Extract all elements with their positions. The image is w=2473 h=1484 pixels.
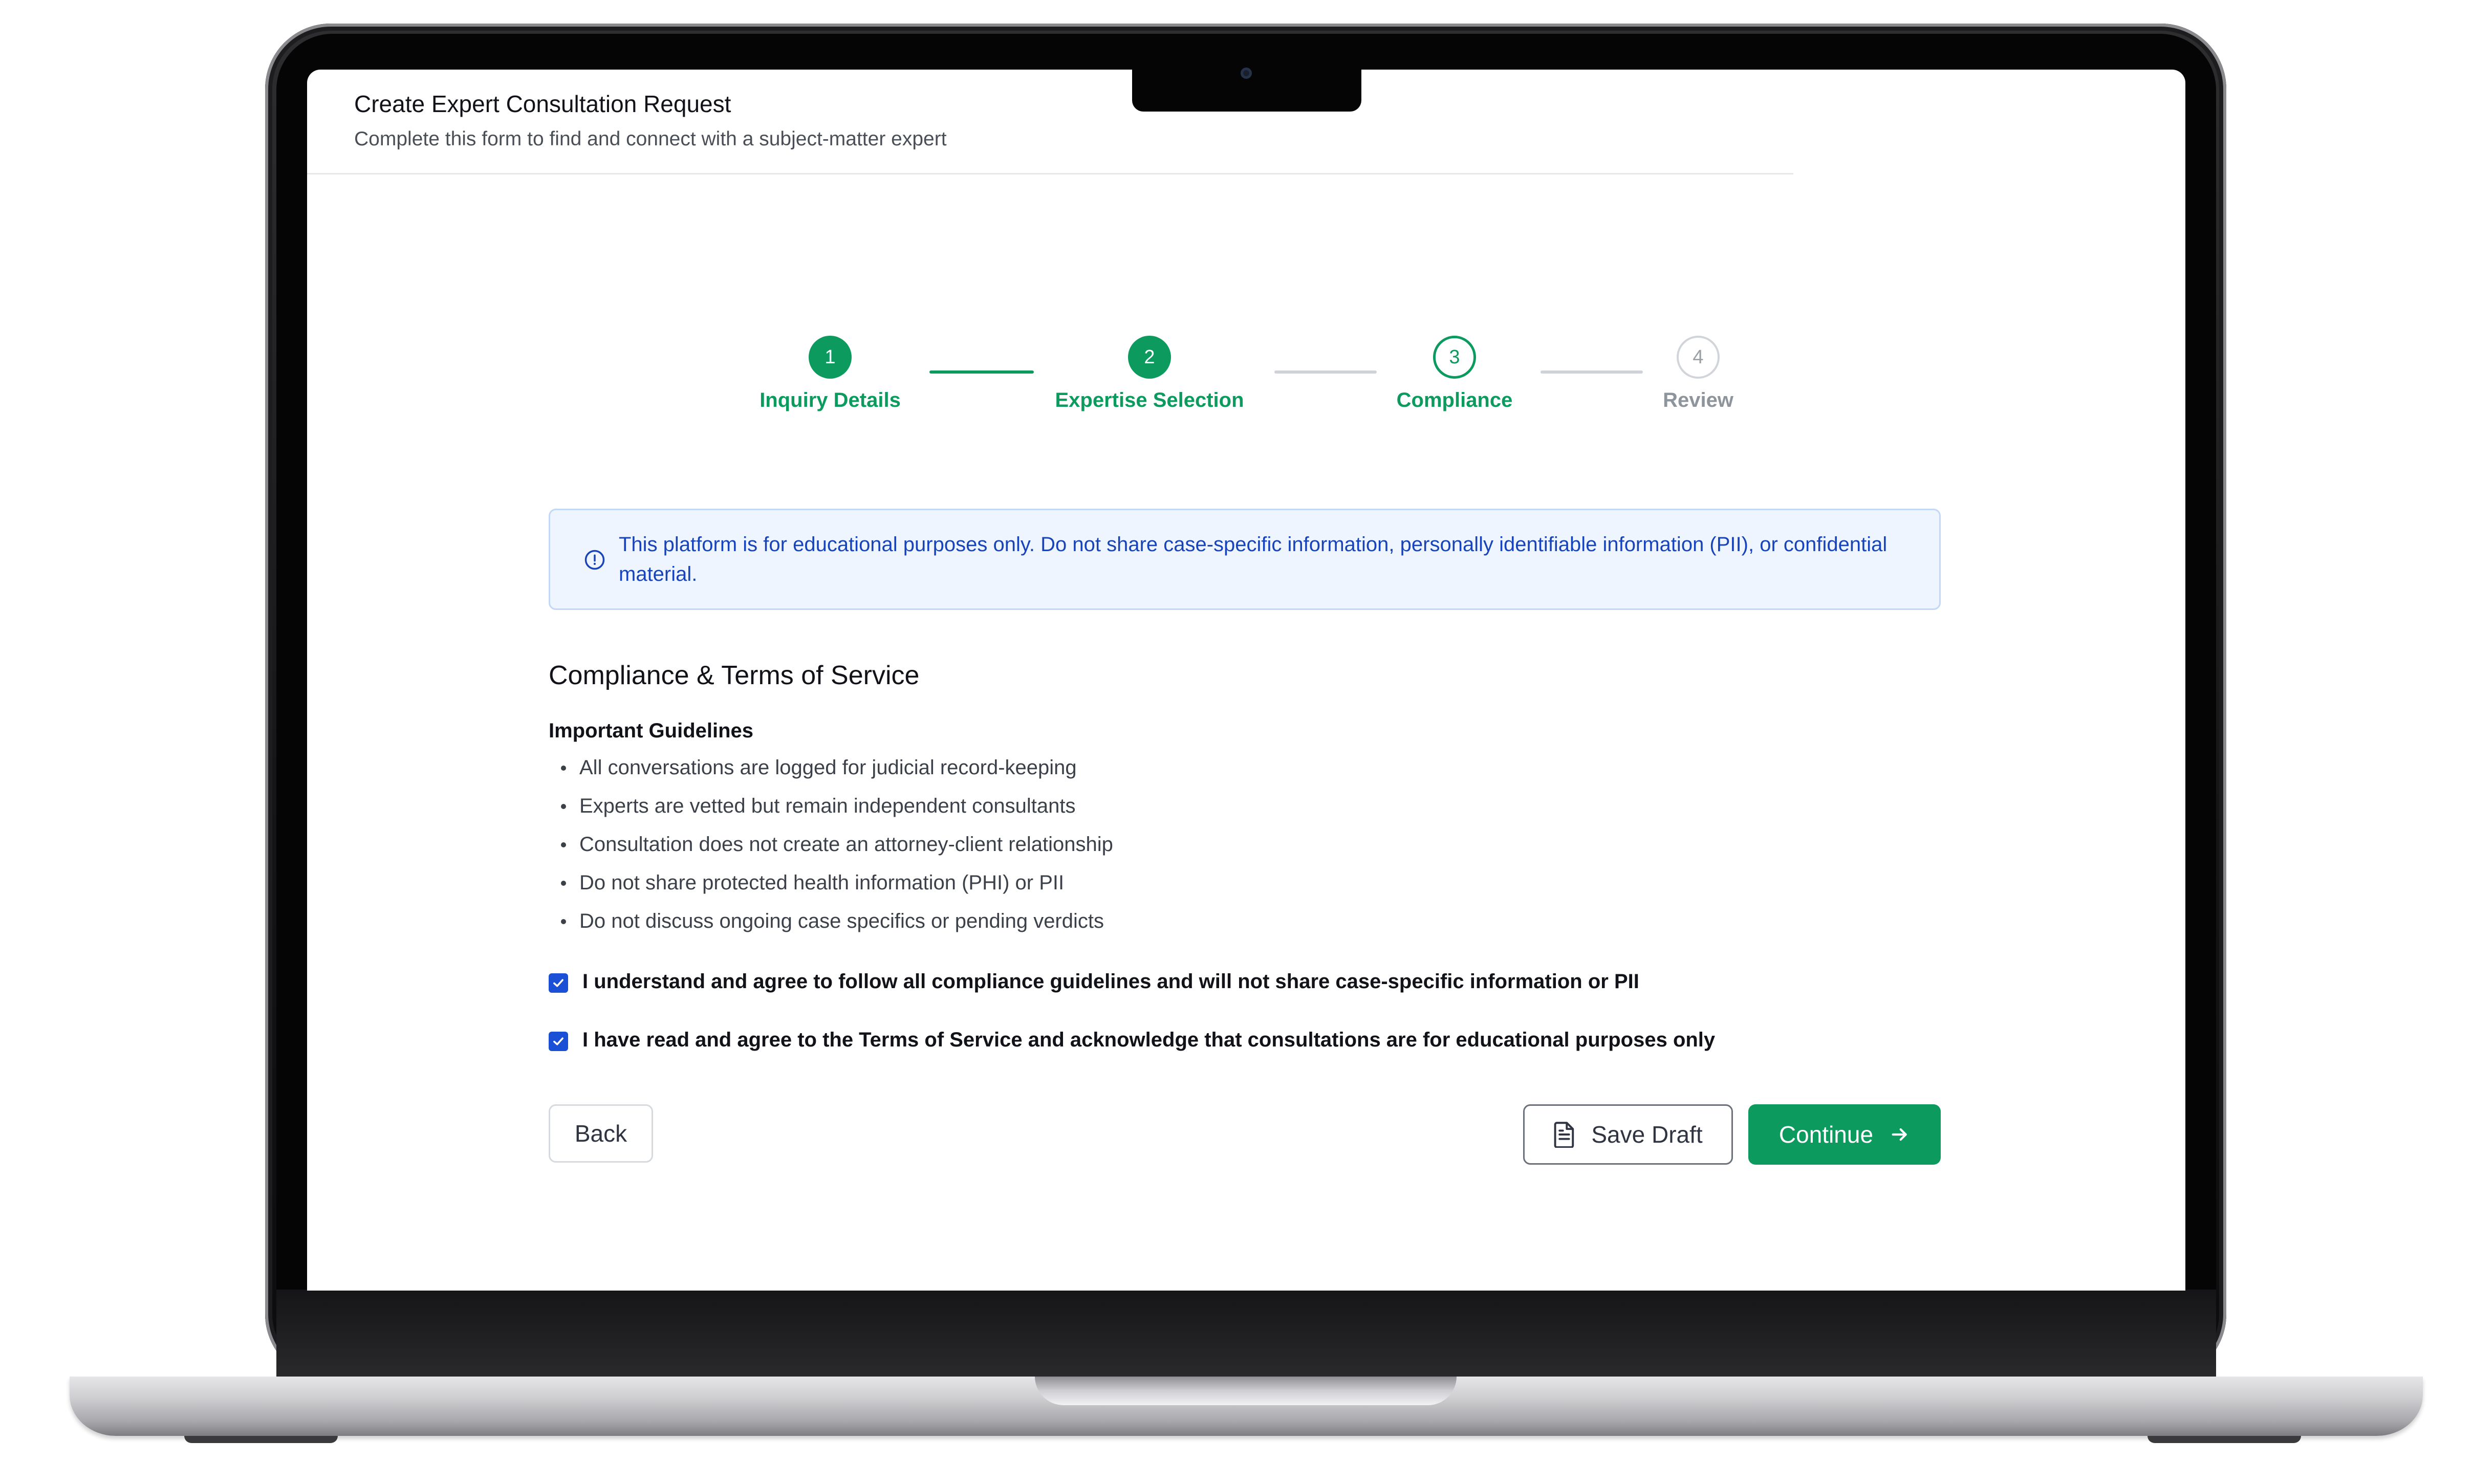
step-connector-1 [929,370,1034,374]
step-connector-2 [1274,370,1377,374]
terms-agreement-label[interactable]: I have read and agree to the Terms of Se… [582,1029,1715,1052]
page-title: Create Expert Consultation Request [354,91,731,117]
laptop-foot-left [184,1436,338,1443]
back-button-label: Back [574,1120,627,1147]
back-button[interactable]: Back [549,1104,653,1163]
guidelines-heading: Important Guidelines [549,719,754,742]
notice-text: This platform is for educational purpose… [619,533,1888,585]
step-connector-3 [1541,370,1643,374]
laptop-chin [276,1290,2216,1380]
save-draft-label: Save Draft [1591,1121,1703,1148]
step-1-indicator[interactable]: 1 [809,336,852,379]
section-title: Compliance & Terms of Service [549,661,920,690]
document-icon [1554,1122,1574,1148]
checkmark-icon [553,979,563,987]
camera-icon [1241,68,1252,79]
laptop-foot-right [2147,1436,2301,1443]
step-2-indicator[interactable]: 2 [1128,336,1171,379]
guideline-item: Do not discuss ongoing case specifics or… [549,908,1113,946]
step-3-indicator[interactable]: 3 [1433,336,1476,379]
compliance-agreement-label[interactable]: I understand and agree to follow all com… [582,970,1639,993]
guideline-item: Consultation does not create an attorney… [549,831,1113,869]
compliance-checkbox[interactable] [549,973,568,993]
step-1-label[interactable]: Inquiry Details [760,389,901,412]
step-4-label: Review [1663,389,1733,411]
continue-label: Continue [1778,1121,1874,1148]
guideline-item: All conversations are logged for judicia… [549,754,1113,793]
guideline-item: Experts are vetted but remain independen… [549,793,1113,831]
step-4-indicator: 4 [1677,336,1720,379]
page-header: Create Expert Consultation Request Compl… [307,70,1793,174]
info-circle-icon [584,550,605,570]
page-subtitle: Complete this form to find and connect w… [354,128,947,150]
app-screen: Create Expert Consultation Request Compl… [307,70,2185,1291]
guideline-item: Do not share protected health informatio… [549,869,1113,908]
arrow-right-icon [1892,1128,1907,1141]
save-draft-button[interactable]: Save Draft [1523,1104,1733,1165]
step-3-label[interactable]: Compliance [1397,389,1513,412]
guidelines-list: All conversations are logged for judicia… [549,754,1113,946]
continue-button[interactable]: Continue [1748,1104,1941,1165]
laptop-thumb-notch [1035,1377,1457,1405]
step-2-label[interactable]: Expertise Selection [1055,389,1244,412]
checkmark-icon [553,1037,563,1045]
educational-notice: This platform is for educational purpose… [549,509,1941,610]
terms-checkbox[interactable] [549,1032,568,1051]
